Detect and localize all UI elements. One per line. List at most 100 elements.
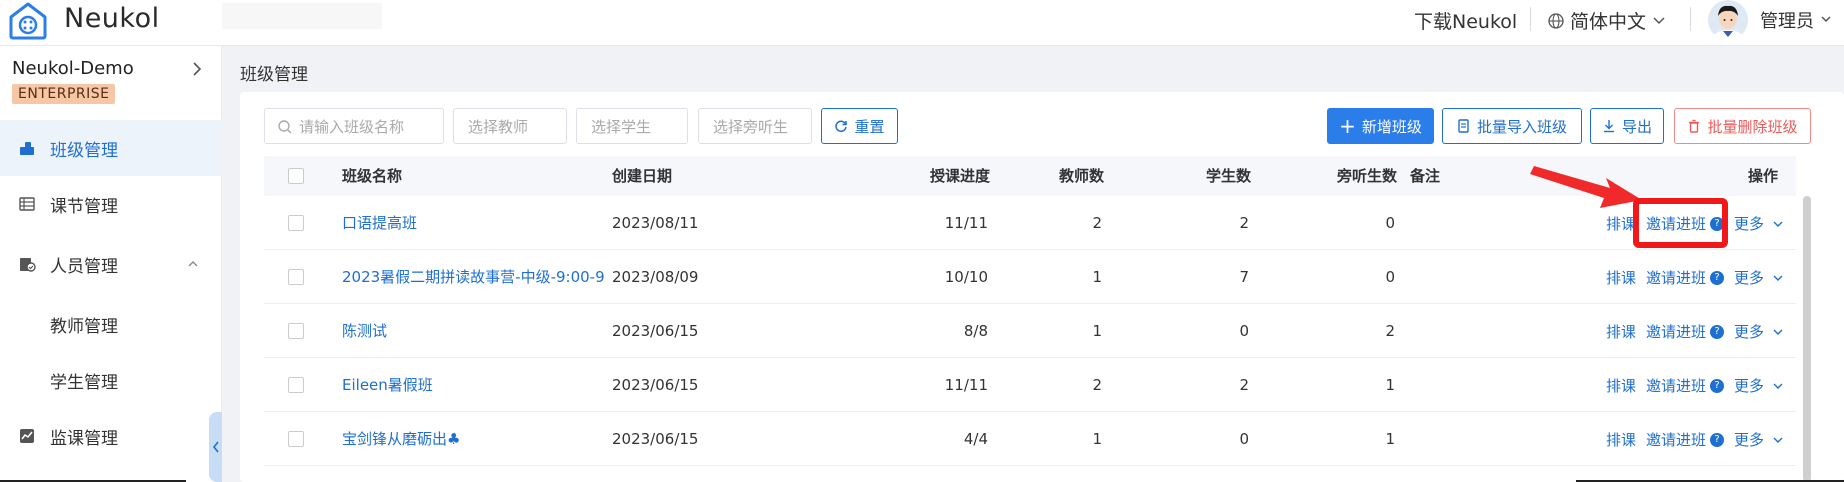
row-checkbox[interactable]: [288, 215, 304, 231]
sidebar-item-label: 教师管理: [50, 316, 118, 337]
row-checkbox[interactable]: [288, 269, 304, 285]
col-header-auditors[interactable]: 旁听生数: [1294, 156, 1397, 196]
download-link[interactable]: 下载Neukol: [1414, 7, 1517, 34]
more-dropdown[interactable]: 更多: [1734, 429, 1784, 450]
invite-link[interactable]: 邀请进班?: [1646, 267, 1725, 288]
sidebar-item-student-management[interactable]: 学生管理: [0, 352, 222, 408]
teacher-count: 1: [1092, 322, 1102, 340]
chevron-up-icon: [188, 261, 198, 267]
user-name: 管理员: [1760, 11, 1814, 32]
class-name-search-input[interactable]: 请输入班级名称: [264, 108, 444, 144]
avatar[interactable]: [1706, 0, 1750, 40]
sidebar-item-people-management[interactable]: 人员管理: [0, 236, 222, 292]
table-scrollbar[interactable]: [1803, 196, 1811, 482]
teacher-count: 2: [1092, 376, 1102, 394]
chevron-down-icon: [1773, 329, 1783, 335]
help-icon[interactable]: ?: [1710, 379, 1725, 393]
teacher-count: 2: [1092, 214, 1102, 232]
invite-link[interactable]: 邀请进班?: [1646, 429, 1725, 450]
table-row: Eileen暑假班 2023/06/15 11/11 2 2 1 排课 邀请进班…: [264, 358, 1796, 412]
reset-button[interactable]: 重置: [821, 108, 898, 144]
schedule-link[interactable]: 排课: [1606, 375, 1636, 396]
help-icon[interactable]: ?: [1710, 433, 1725, 447]
add-class-button[interactable]: + 新增班级: [1327, 108, 1434, 144]
language-selector[interactable]: 简体中文: [1548, 7, 1666, 34]
row-checkbox[interactable]: [288, 377, 304, 393]
sidebar-item-lesson-management[interactable]: 课节管理: [0, 176, 222, 232]
help-icon[interactable]: ?: [1710, 271, 1725, 285]
import-icon: [1458, 119, 1469, 133]
chevron-left-icon: [212, 441, 219, 453]
row-actions: 排课 邀请进班? 更多: [1606, 250, 1784, 304]
more-dropdown[interactable]: 更多: [1734, 321, 1784, 342]
row-actions: 排课 邀请进班? 更多: [1606, 304, 1784, 358]
sidebar-collapse-button[interactable]: [209, 412, 222, 482]
col-header-name[interactable]: 班级名称: [342, 156, 402, 196]
invite-label: 邀请进班: [1646, 268, 1707, 287]
invite-link[interactable]: 邀请进班?: [1646, 375, 1725, 396]
batch-delete-button[interactable]: 批量删除班级: [1674, 108, 1811, 144]
batch-import-button[interactable]: 批量导入班级: [1442, 108, 1582, 144]
search-placeholder: 请输入班级名称: [299, 117, 405, 136]
schedule-link[interactable]: 排课: [1606, 429, 1636, 450]
invite-label: 邀请进班: [1646, 376, 1707, 395]
created-date: 2023/06/15: [612, 376, 699, 394]
student-select[interactable]: 选择学生: [576, 108, 688, 144]
student-count: 7: [1239, 268, 1249, 286]
row-checkbox[interactable]: [288, 323, 304, 339]
enterprise-badge: ENTERPRISE: [12, 84, 116, 104]
more-label: 更多: [1734, 322, 1765, 341]
user-menu[interactable]: 管理员: [1760, 7, 1832, 33]
sidebar-item-label: 班级管理: [50, 140, 118, 161]
more-dropdown[interactable]: 更多: [1734, 267, 1784, 288]
teacher-select[interactable]: 选择教师: [453, 108, 567, 144]
invite-link[interactable]: 邀请进班?: [1646, 321, 1725, 342]
class-name-link[interactable]: 陈测试: [342, 304, 387, 358]
class-icon: [20, 142, 34, 155]
header-divider: [1530, 7, 1531, 31]
created-date: 2023/06/15: [612, 430, 699, 448]
brand-name[interactable]: Neukol: [64, 3, 160, 34]
class-name-link[interactable]: 口语提高班: [342, 196, 417, 250]
class-name-link[interactable]: Eileen暑假班: [342, 358, 433, 412]
col-header-teachers[interactable]: 教师数: [1024, 156, 1104, 196]
created-date: 2023/08/11: [612, 214, 699, 232]
teacher-count: 1: [1092, 268, 1102, 286]
org-name[interactable]: Neukol-Demo: [12, 58, 134, 79]
col-header-ops: 操作: [1747, 167, 1778, 185]
more-label: 更多: [1734, 214, 1765, 233]
select-all-checkbox[interactable]: [288, 168, 304, 184]
auditor-select[interactable]: 选择旁听生: [698, 108, 812, 144]
top-header: Neukol 下载Neukol 简体中文 管理员: [0, 0, 1844, 46]
chevron-right-icon[interactable]: [190, 60, 204, 78]
export-button[interactable]: 导出: [1590, 108, 1664, 144]
progress-value: 8/8: [963, 322, 988, 340]
list-icon: [19, 197, 35, 211]
annotation-arrow-icon: [1530, 166, 1642, 208]
chevron-down-icon: [1773, 221, 1783, 227]
row-checkbox[interactable]: [288, 431, 304, 447]
more-dropdown[interactable]: 更多: [1734, 213, 1784, 234]
class-name-link[interactable]: 宝剑锋从磨砺出♣: [342, 412, 460, 466]
sidebar-item-monitor-management[interactable]: 监课管理: [0, 408, 222, 464]
more-dropdown[interactable]: 更多: [1734, 375, 1784, 396]
schedule-link[interactable]: 排课: [1606, 321, 1636, 342]
class-name-link[interactable]: 2023暑假二期拼读故事营-中级-9:00-9: [342, 250, 605, 304]
col-header-progress[interactable]: 授课进度: [840, 156, 990, 196]
neukol-logo-icon[interactable]: [8, 2, 48, 40]
col-header-created[interactable]: 创建日期: [612, 156, 672, 196]
sidebar-item-teacher-management[interactable]: 教师管理: [0, 296, 222, 352]
schedule-link[interactable]: 排课: [1606, 267, 1636, 288]
sidebar-item-class-management[interactable]: 班级管理: [0, 120, 222, 176]
language-label: 简体中文: [1570, 11, 1647, 33]
sidebar-item-label: 监课管理: [50, 428, 118, 449]
progress-value: 11/11: [944, 376, 988, 394]
trash-icon: [1689, 119, 1700, 133]
search-icon: [278, 120, 292, 134]
sidebar-item-label: 课节管理: [50, 196, 118, 217]
help-icon[interactable]: ?: [1710, 325, 1725, 339]
more-label: 更多: [1734, 430, 1765, 449]
sidebar: Neukol-Demo ENTERPRISE 班级管理 课节管理 人员管理 教师…: [0, 46, 222, 482]
student-count: 0: [1239, 322, 1249, 340]
col-header-students[interactable]: 学生数: [1164, 156, 1251, 196]
